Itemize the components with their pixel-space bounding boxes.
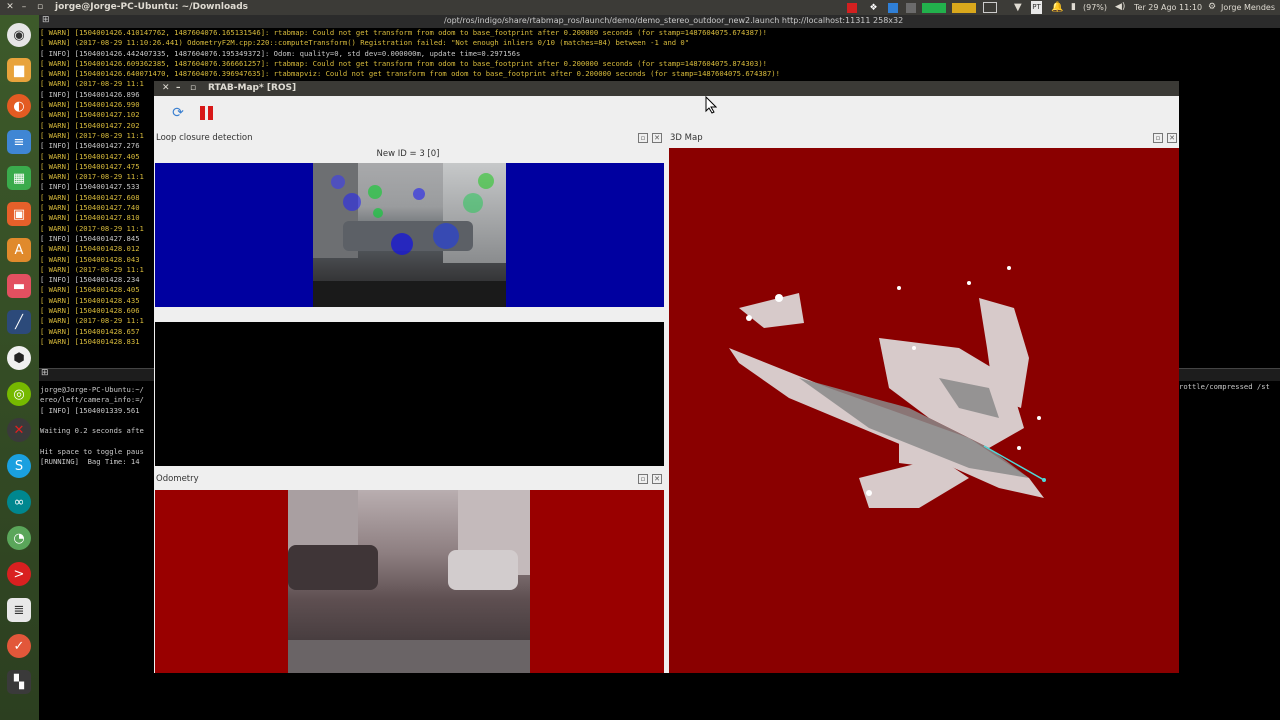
nvidia-icon[interactable]: ◎ xyxy=(7,382,31,406)
skype-icon[interactable]: S xyxy=(7,454,31,478)
pause-button[interactable] xyxy=(197,104,215,122)
map3d-dock-buttons: ▫ ✕ xyxy=(1149,133,1177,143)
terminal-line: [ WARN] [1504001426.609362385, 148760407… xyxy=(40,58,767,68)
float-icon[interactable]: ▫ xyxy=(638,474,648,484)
point-cloud xyxy=(729,266,1046,508)
float-icon[interactable]: ▫ xyxy=(1153,133,1163,143)
close-icon[interactable]: ✕ xyxy=(1167,133,1177,143)
terminal-line: [ WARN] [1504001426.410147762, 148760407… xyxy=(40,28,767,37)
loop-closure-title: Loop closure detection xyxy=(156,133,253,143)
minimize-icon[interactable]: – xyxy=(176,83,181,93)
new-id-label: New ID = 3 [0] xyxy=(376,149,440,159)
text-editor-icon[interactable]: ≣ xyxy=(7,598,31,622)
battery-percent: (97%) xyxy=(1083,3,1108,12)
terminal-line: jorge@Jorge-PC-Ubuntu:~/ xyxy=(40,385,144,394)
close-icon[interactable]: ✕ xyxy=(652,133,662,143)
active-window-title: jorge@Jorge-PC-Ubuntu: ~/Downloads xyxy=(55,2,248,12)
map3d-dock-header[interactable]: 3D Map xyxy=(670,131,1179,145)
mouse-cursor-icon xyxy=(705,96,717,114)
wifi-icon[interactable]: ▼ xyxy=(1014,1,1022,14)
odometry-camera-image xyxy=(288,490,530,673)
terminal-title: /opt/ros/indigo/share/rtabmap_ros/launch… xyxy=(444,16,904,25)
software-center-icon[interactable]: A xyxy=(7,238,31,262)
launcher: ◉ ▆ ◐ ≡ ▦ ▣ A ▬ ╱ ⬢ ◎ ✕ S ∞ ◔ > ≣ ✓ ▚ xyxy=(0,15,39,720)
maximize-icon[interactable]: ▫ xyxy=(190,83,196,93)
dark-indicator-icon[interactable] xyxy=(905,2,916,13)
pause-icon xyxy=(199,106,205,120)
green-app-icon[interactable]: ◔ xyxy=(7,526,31,550)
clock[interactable]: Ter 29 Ago 11:10 xyxy=(1134,1,1202,14)
map3d-view[interactable] xyxy=(669,148,1179,673)
loop-closure-dock-buttons: ▫ ✕ xyxy=(634,133,662,143)
rtabmap-title: RTAB-Map* [ROS] xyxy=(208,83,297,93)
dropbox-icon[interactable]: ❖ xyxy=(869,3,879,13)
rtabmap-window[interactable]: ✕ – ▫ RTAB-Map* [ROS] ⟳ Loop closure det… xyxy=(154,81,1179,673)
odometry-dock-buttons: ▫ ✕ xyxy=(634,474,662,484)
red-app-icon[interactable]: > xyxy=(7,562,31,586)
close-window-icon[interactable]: ✕ xyxy=(6,2,14,12)
writer-icon[interactable]: ≡ xyxy=(7,130,31,154)
firefox-icon[interactable]: ◐ xyxy=(7,94,31,118)
loop-closure-loop-view xyxy=(155,322,664,466)
map3d-title: 3D Map xyxy=(670,133,703,143)
float-icon[interactable]: ▫ xyxy=(638,133,648,143)
files-icon[interactable]: ▆ xyxy=(7,58,31,82)
rtabmap-toolbar: ⟳ xyxy=(154,96,1179,130)
terminal-line: Waiting 0.2 seconds afte xyxy=(40,426,144,436)
top-panel: ✕ – ▫ jorge@Jorge-PC-Ubuntu: ~/Downloads… xyxy=(0,0,1280,15)
maximize-window-icon[interactable]: ▫ xyxy=(36,2,44,12)
terminal-line: [ WARN] (2017-08-29 11:10:26.441) Odomet… xyxy=(40,38,690,48)
close-icon[interactable]: ✕ xyxy=(652,474,662,484)
rviz-icon[interactable]: ✕ xyxy=(7,418,31,442)
blue-indicator-icon[interactable] xyxy=(888,2,899,13)
terminal-title-bar[interactable]: ⊞ /opt/ros/indigo/share/rtabmap_ros/laun… xyxy=(39,15,1280,28)
cube-icon[interactable]: ⬢ xyxy=(7,346,31,370)
green-indicator-icon[interactable] xyxy=(922,2,947,13)
terminal-line: [ INFO] [1504001426.442407335, 148760407… xyxy=(40,48,521,58)
loop-closure-dock-header[interactable]: Loop closure detection xyxy=(156,131,664,145)
yellow-indicator-icon[interactable] xyxy=(951,2,976,13)
calc-icon[interactable]: ▦ xyxy=(7,166,31,190)
volume-icon[interactable]: ◀) xyxy=(1115,1,1125,14)
battery-icon[interactable]: ▮ xyxy=(1071,1,1076,14)
pen-icon[interactable]: ╱ xyxy=(7,310,31,334)
terminal-line: [ INFO] [1504001339.561 xyxy=(40,405,140,415)
odometry-title: Odometry xyxy=(156,474,199,484)
terminal-line: [RUNNING] Bag Time: 14 xyxy=(40,457,140,467)
user-name[interactable]: Jorge Mendes xyxy=(1221,1,1275,14)
loop-closure-new-view xyxy=(155,163,664,307)
arduino-icon[interactable]: ∞ xyxy=(7,490,31,514)
close-icon[interactable]: ✕ xyxy=(162,83,170,93)
workspace-icon[interactable]: ▚ xyxy=(7,670,31,694)
impress-icon[interactable]: ▣ xyxy=(7,202,31,226)
dash-icon[interactable]: ◉ xyxy=(7,23,31,47)
bell-icon[interactable]: 🔔 xyxy=(1051,1,1063,14)
refresh-icon[interactable]: ⟳ xyxy=(169,104,187,122)
monitor-icon[interactable] xyxy=(983,2,998,13)
terminal-line: Hit space to toggle paus xyxy=(40,446,144,456)
loop-closure-camera-image xyxy=(313,163,506,307)
terminal-right-fragment: rottle/compressed /st xyxy=(1179,382,1270,391)
terminal-grid-icon[interactable]: ⊞ xyxy=(41,368,49,378)
terminal-line: [ WARN] [1504001426.640071470, 148760407… xyxy=(40,69,780,79)
app-icon[interactable]: ▬ xyxy=(7,274,31,298)
odometry-dock-header[interactable]: Odometry xyxy=(156,472,664,486)
red-indicator-icon[interactable] xyxy=(847,2,857,13)
gear-icon[interactable]: ⚙ xyxy=(1208,1,1216,14)
update-icon[interactable]: ✓ xyxy=(7,634,31,658)
terminal-lower-output: jorge@Jorge-PC-Ubuntu:~/ereo/left/camera… xyxy=(40,385,144,467)
system-tray: ❖ xyxy=(847,1,998,14)
rtabmap-title-bar[interactable]: ✕ – ▫ RTAB-Map* [ROS] xyxy=(154,81,1179,96)
terminal-line: ereo/left/camera_info:=/ xyxy=(40,395,144,405)
odometry-view xyxy=(155,490,664,673)
minimize-window-icon[interactable]: – xyxy=(20,2,28,12)
terminal-grid-icon[interactable]: ⊞ xyxy=(42,15,50,25)
keyboard-layout-icon[interactable]: PT xyxy=(1031,1,1042,14)
